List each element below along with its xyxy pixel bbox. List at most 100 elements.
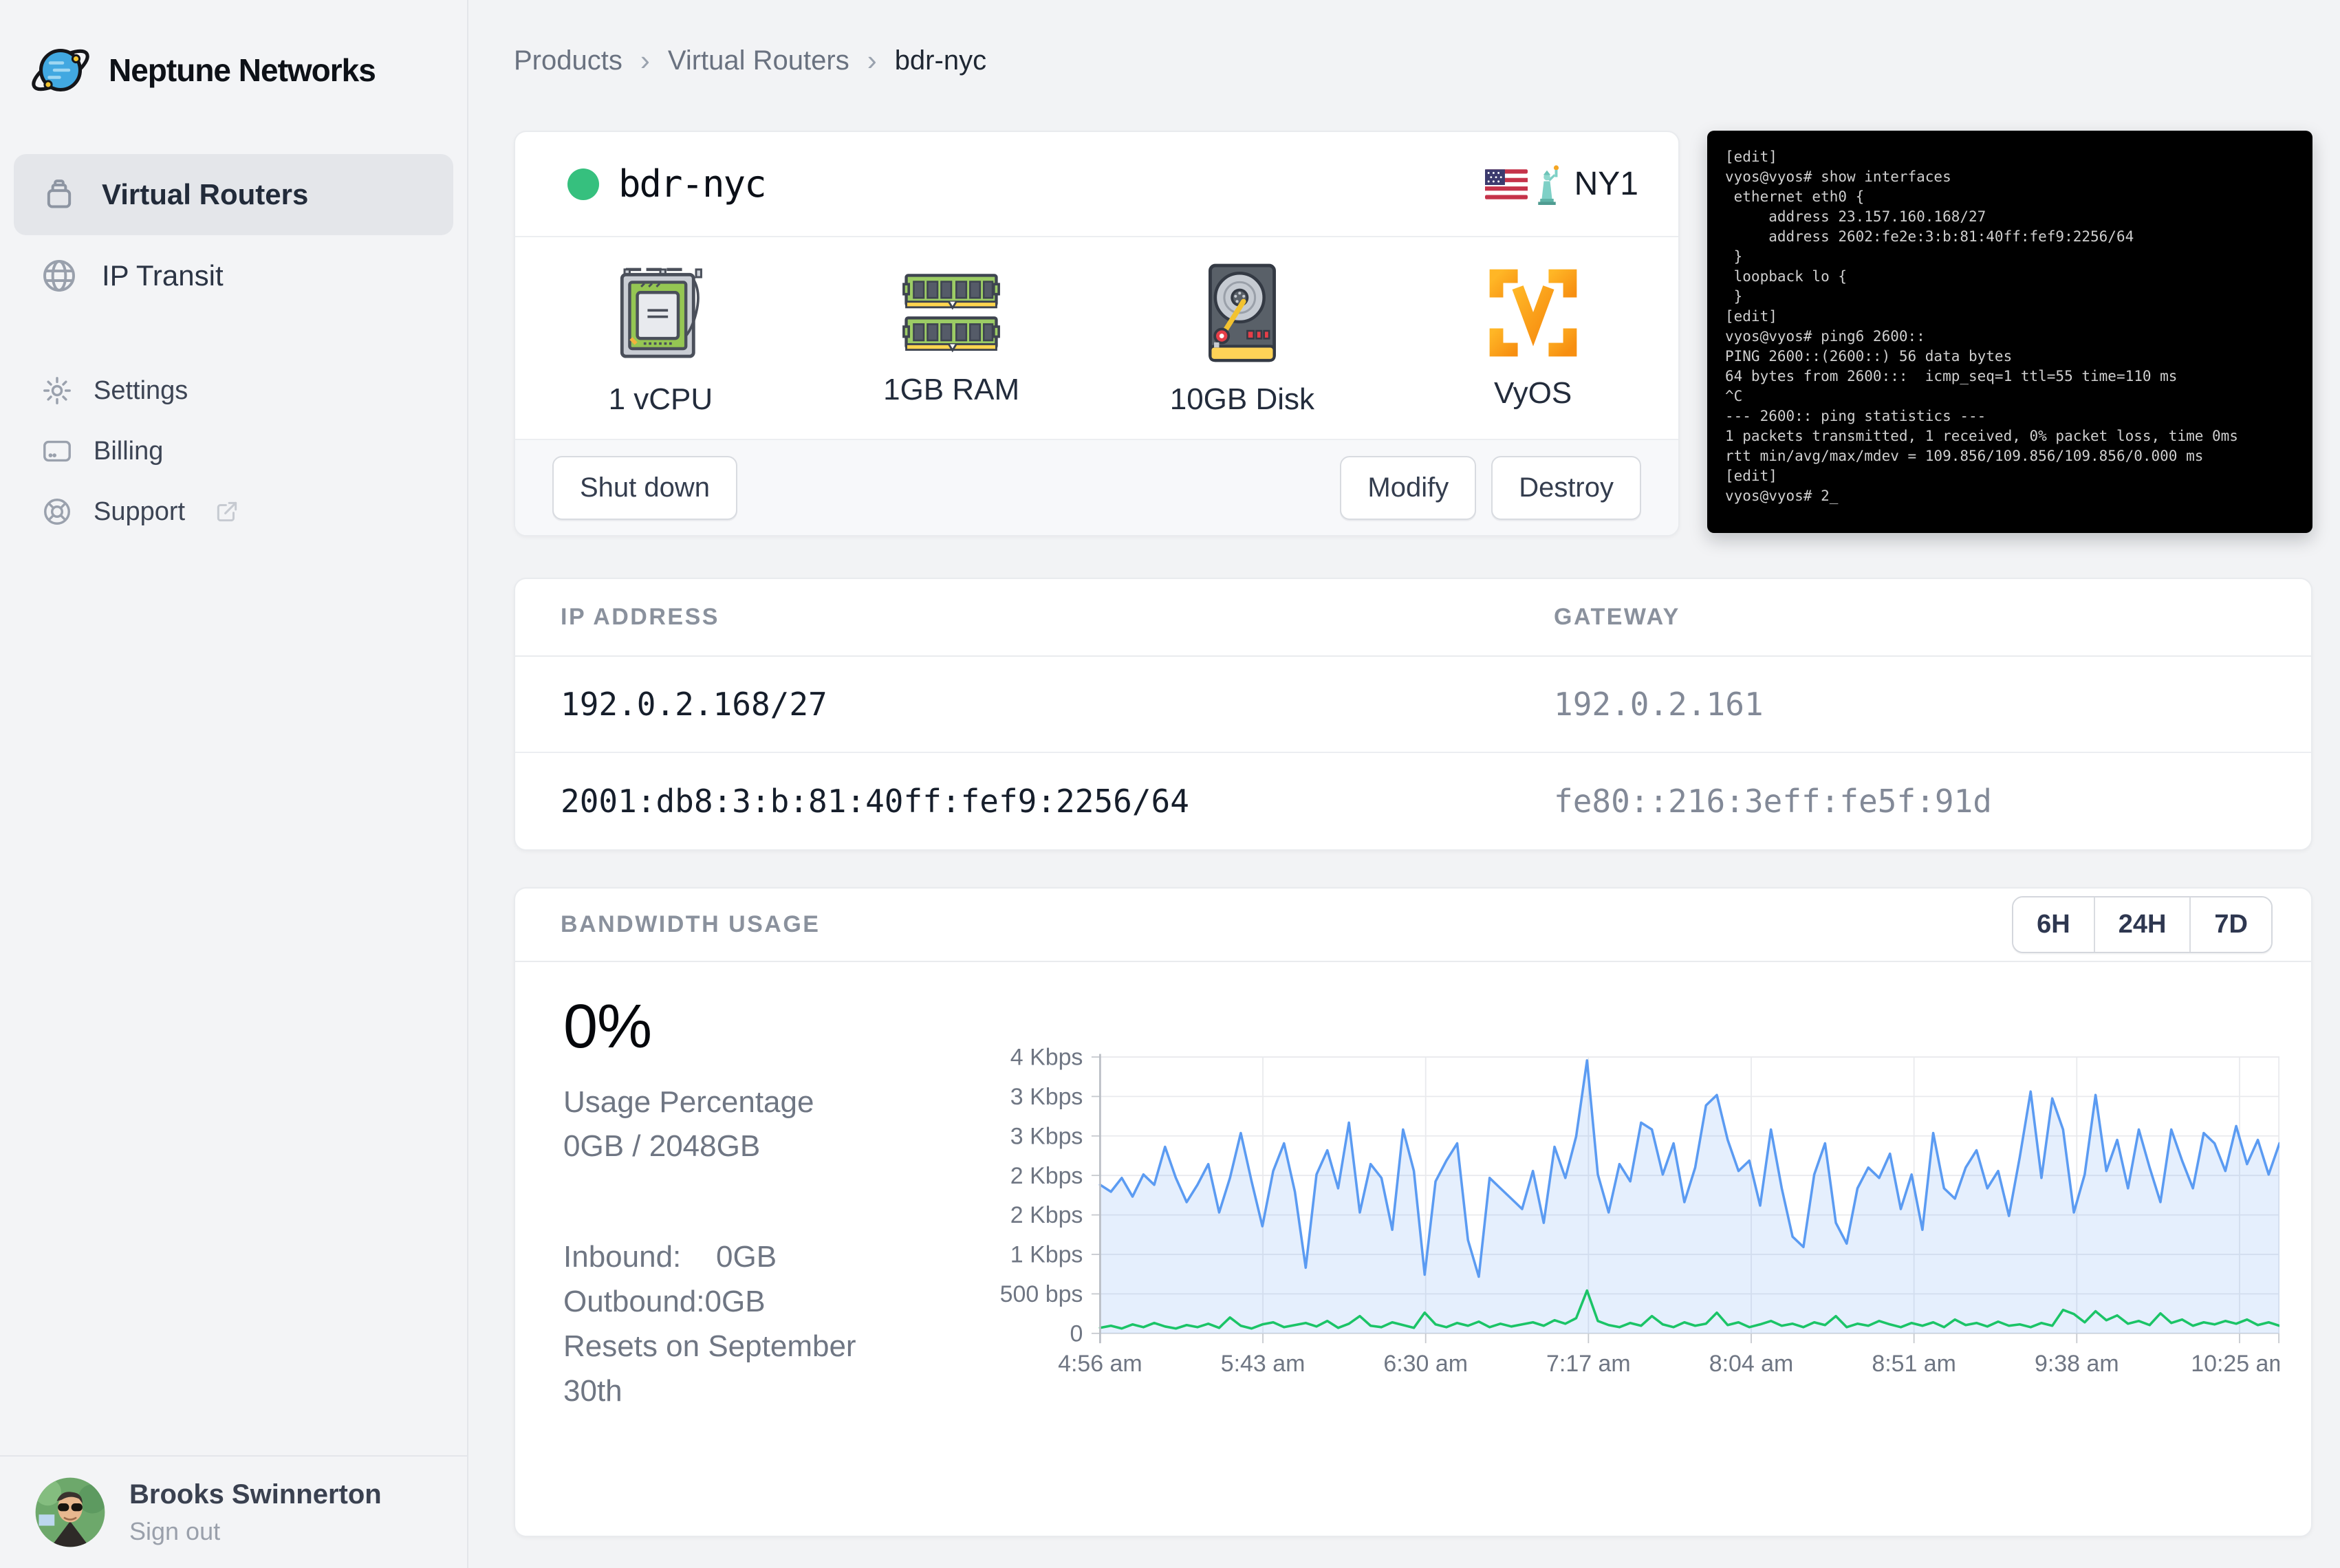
breadcrumb-current: bdr-nyc (894, 45, 987, 76)
spec-label: 10GB Disk (1169, 382, 1315, 416)
breadcrumb: Products › Virtual Routers › bdr-nyc (514, 44, 986, 77)
statue-of-liberty-icon (1533, 164, 1565, 205)
terminal-line: } (1725, 288, 1743, 305)
range-7d-button[interactable]: 7D (2191, 897, 2271, 952)
sidebar: Neptune Networks Virtual Routers IP Tran… (0, 0, 468, 1568)
lifebuoy-icon (41, 496, 73, 527)
ip-table-card: IP ADDRESS GATEWAY 192.0.2.168/27 192.0.… (514, 578, 2312, 851)
avatar (34, 1477, 106, 1548)
bandwidth-card: BANDWIDTH USAGE 6H 24H 7D 0% Usage Perce… (514, 887, 2312, 1537)
globe-icon (40, 257, 78, 295)
cpu-icon (616, 261, 705, 364)
external-link-icon (214, 499, 240, 525)
usage-stats: 0% Usage Percentage 0GB / 2048GB Inbound… (563, 992, 893, 1413)
sign-out-link[interactable]: Sign out (129, 1517, 382, 1546)
usage-quota: 0GB / 2048GB (563, 1129, 761, 1163)
terminal-line: address 23.157.160.168/27 (1725, 208, 1986, 225)
chevron-right-icon: › (867, 44, 877, 76)
svg-text:9:38 am: 9:38 am (2035, 1351, 2119, 1377)
sidebar-item-label: Support (94, 497, 186, 526)
terminal-line: --- 2600:: ping statistics --- (1725, 408, 1986, 424)
svg-text:0: 0 (1070, 1320, 1083, 1347)
destroy-button[interactable]: Destroy (1491, 455, 1641, 520)
router-card: bdr-nyc NY1 1 vCPU 1GB RAM 10GB Disk VyO… (514, 131, 1680, 536)
resets-note: Resets on September 30th (563, 1329, 856, 1408)
ram-icon (896, 271, 1006, 355)
router-specs: 1 vCPU 1GB RAM 10GB Disk VyOS (515, 237, 1678, 440)
usage-percent-label: Usage Percentage (563, 1085, 814, 1119)
terminal-line: vyos@vyos# 2_ (1725, 488, 1839, 504)
terminal-line: 64 bytes from 2600::: icmp_seq=1 ttl=55 … (1725, 368, 2178, 384)
svg-text:2 Kbps: 2 Kbps (1010, 1202, 1083, 1228)
router-name: bdr-nyc (618, 162, 767, 206)
svg-text:2 Kbps: 2 Kbps (1010, 1163, 1083, 1189)
terminal-line: [edit] (1725, 468, 1777, 484)
gear-icon (41, 375, 73, 406)
disk-icon (1205, 261, 1279, 364)
terminal-line: } (1725, 248, 1743, 265)
location-label: NY1 (1574, 166, 1638, 202)
svg-text:1 Kbps: 1 Kbps (1010, 1242, 1083, 1268)
modify-button[interactable]: Modify (1340, 455, 1477, 520)
svg-text:8:04 am: 8:04 am (1709, 1351, 1794, 1377)
sidebar-item-label: Virtual Routers (102, 178, 309, 210)
svg-text:4:56 am: 4:56 am (1058, 1351, 1142, 1377)
primary-nav: Virtual Routers IP Transit (0, 154, 467, 316)
spec-label: 1 vCPU (608, 382, 713, 416)
inbound-row: Inbound: 0GB (563, 1240, 777, 1274)
secondary-nav: Settings Billing Support (0, 360, 467, 542)
terminal-line: [edit] (1725, 308, 1777, 325)
sidebar-item-label: Billing (94, 436, 164, 466)
user-name: Brooks Swinnerton (129, 1479, 382, 1510)
gateway-value: fe80::216:3eff:fe5f:91d (1554, 783, 1992, 820)
svg-text:3 Kbps: 3 Kbps (1010, 1123, 1083, 1149)
us-flag-icon (1484, 168, 1528, 199)
gateway-column-header: GATEWAY (1554, 604, 1680, 630)
status-online-dot (567, 168, 599, 200)
user-panel: Brooks Swinnerton Sign out (0, 1455, 467, 1568)
sidebar-item-billing[interactable]: Billing (14, 421, 453, 481)
credit-card-icon (41, 435, 73, 467)
brand: Neptune Networks (0, 0, 467, 103)
bandwidth-chart: 4 Kbps 3 Kbps 3 Kbps 2 Kbps 2 Kbps 1 Kbps 500 … (959, 1030, 2288, 1428)
sidebar-item-settings[interactable]: Settings (14, 360, 453, 421)
terminal-line: loopback lo { (1725, 268, 1848, 285)
sidebar-item-support[interactable]: Support (14, 481, 453, 542)
sidebar-item-label: Settings (94, 375, 188, 405)
spec-os: VyOS (1387, 237, 1678, 440)
table-row: 192.0.2.168/27 192.0.2.161 (515, 657, 2311, 753)
console-terminal[interactable]: [edit] vyos@vyos# show interfaces etherne… (1707, 131, 2312, 533)
router-card-header: bdr-nyc NY1 (515, 132, 1678, 237)
ip-table-header: IP ADDRESS GATEWAY (515, 579, 2311, 657)
breadcrumb-products[interactable]: Products (514, 45, 622, 76)
terminal-line: rtt min/avg/max/mdev = 109.856/109.856/1… (1725, 448, 2204, 464)
range-6h-button[interactable]: 6H (2013, 897, 2095, 952)
outbound-value: 0GB (704, 1285, 766, 1318)
svg-text:6:30 am: 6:30 am (1383, 1351, 1468, 1377)
svg-text:4 Kbps: 4 Kbps (1010, 1045, 1083, 1071)
terminal-line: PING 2600::(2600::) 56 data bytes (1725, 348, 2013, 364)
outbound-row: Outbound:0GB (563, 1285, 766, 1318)
breadcrumb-virtual-routers[interactable]: Virtual Routers (668, 45, 849, 76)
inbound-value: 0GB (716, 1240, 777, 1274)
shut-down-button[interactable]: Shut down (552, 455, 738, 520)
neptune-logo-icon (28, 37, 94, 103)
terminal-line: 1 packets transmitted, 1 received, 0% pa… (1725, 428, 2238, 444)
ip-address-value: 192.0.2.168/27 (561, 686, 827, 723)
main-content: Products › Virtual Routers › bdr-nyc bdr… (470, 0, 2340, 1568)
usage-percent: 0% (563, 992, 652, 1061)
spec-ram: 1GB RAM (806, 237, 1097, 440)
router-icon (40, 175, 78, 214)
terminal-line: ^C (1725, 388, 1743, 404)
svg-text:8:51 am: 8:51 am (1872, 1351, 1956, 1377)
table-row: 2001:db8:3:b:81:40ff:fef9:2256/64 fe80::… (515, 753, 2311, 849)
svg-text:3 Kbps: 3 Kbps (1010, 1084, 1083, 1110)
terminal-line: [edit] (1725, 149, 1777, 165)
brand-name: Neptune Networks (109, 52, 376, 88)
sidebar-item-ip-transit[interactable]: IP Transit (14, 235, 453, 316)
svg-text:500 bps: 500 bps (1000, 1281, 1083, 1307)
vyos-icon (1488, 268, 1579, 358)
sidebar-item-virtual-routers[interactable]: Virtual Routers (14, 154, 453, 235)
router-location: NY1 (1484, 164, 1638, 205)
range-24h-button[interactable]: 24H (2094, 897, 2191, 952)
